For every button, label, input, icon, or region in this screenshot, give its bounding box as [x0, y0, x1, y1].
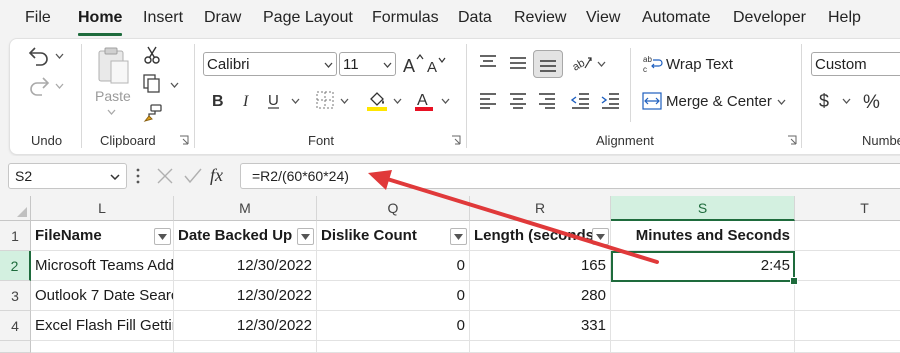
annotation-arrow — [368, 170, 659, 264]
